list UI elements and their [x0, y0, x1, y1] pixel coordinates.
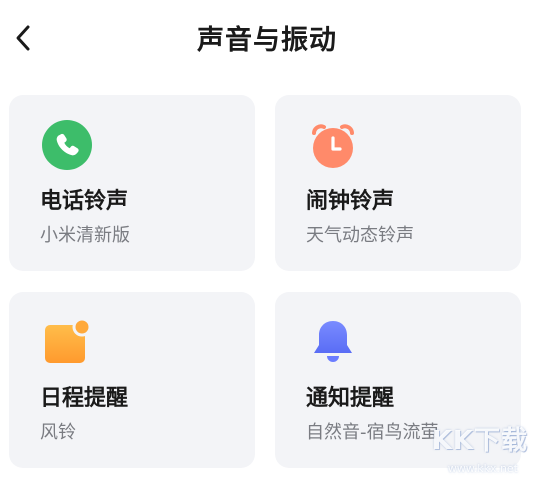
card-title: 闹钟铃声 [306, 189, 395, 214]
watermark: KK下载 www.kkx.net [408, 426, 528, 476]
card-subtitle: 天气动态铃声 [306, 225, 414, 246]
page-title: 声音与振动 [197, 25, 337, 56]
card-title: 电话铃声 [40, 189, 129, 214]
calendar-note-icon [41, 316, 93, 368]
card-title: 通知提醒 [306, 386, 395, 411]
top-bar: 声音与振动 [0, 0, 534, 82]
card-subtitle: 风铃 [40, 422, 76, 443]
alarm-clock-icon [307, 119, 359, 171]
card-title: 日程提醒 [40, 386, 129, 411]
card-subtitle: 小米清新版 [40, 225, 130, 246]
phone-icon [41, 119, 93, 171]
watermark-logo: KK下载 [431, 426, 528, 456]
alarm-ringtone-card[interactable]: 闹钟铃声 天气动态铃声 [275, 95, 521, 271]
schedule-reminder-card[interactable]: 日程提醒 风铃 [9, 292, 255, 468]
bell-icon [307, 316, 359, 368]
phone-ringtone-card[interactable]: 电话铃声 小米清新版 [9, 95, 255, 271]
watermark-url: www.kkx.net [447, 462, 518, 475]
